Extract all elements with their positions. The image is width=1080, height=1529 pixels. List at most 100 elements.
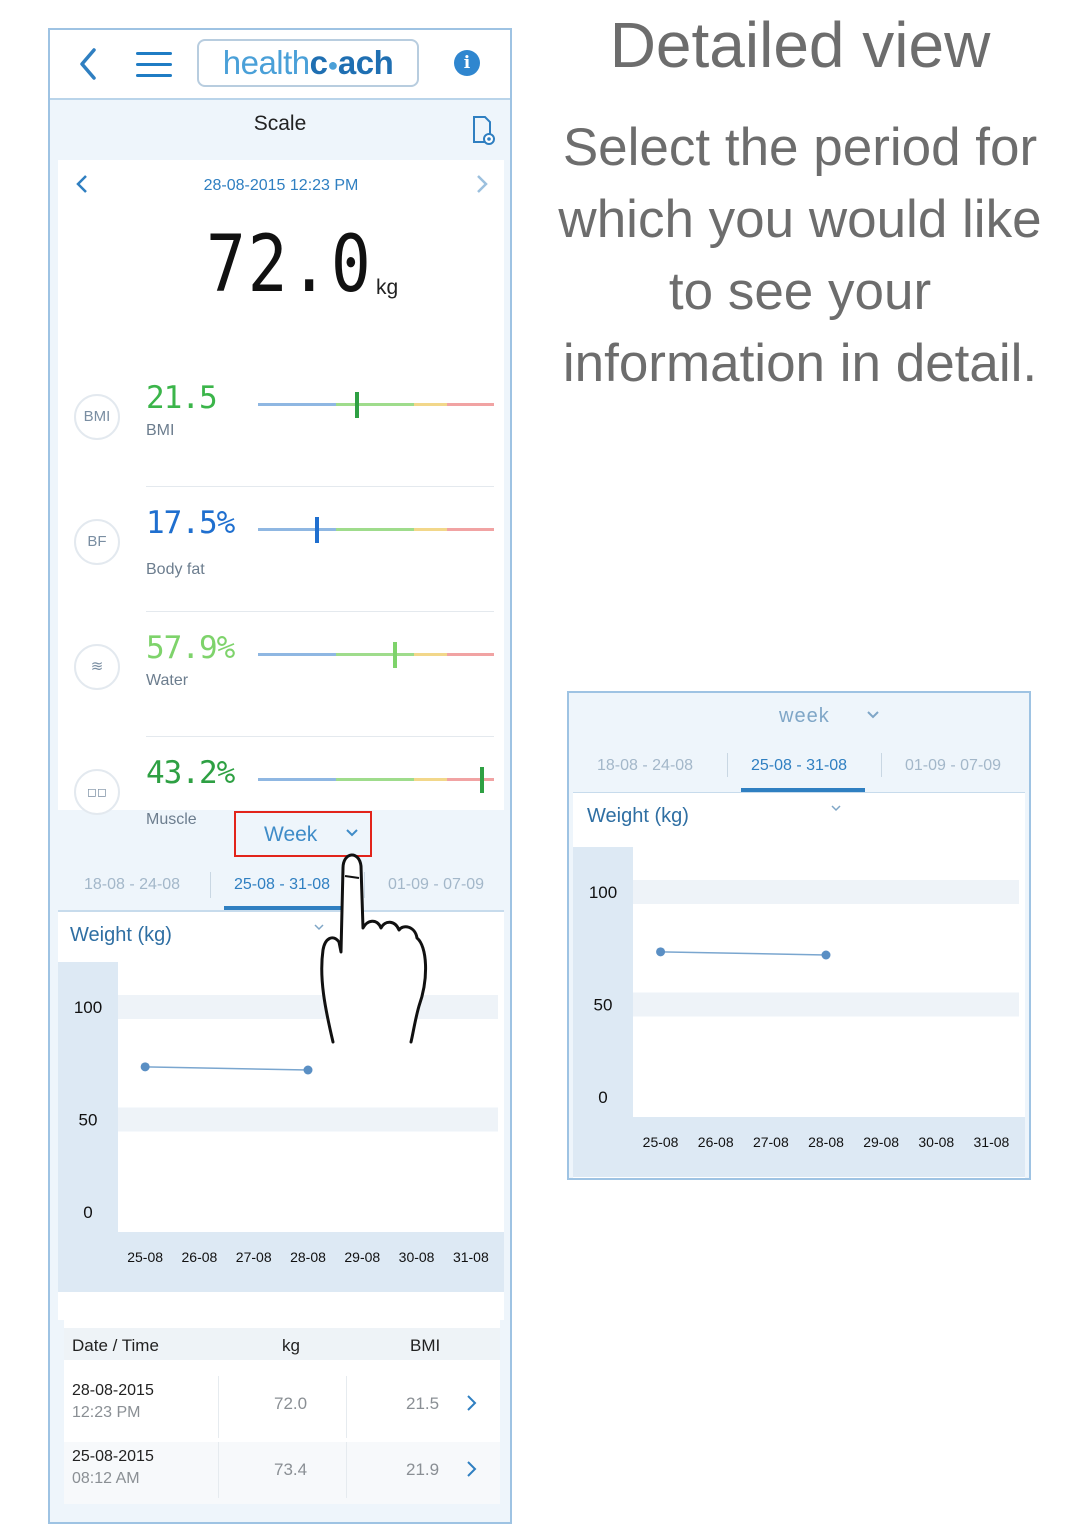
column-header-bmi: BMI — [410, 1336, 441, 1355]
range-segment — [258, 528, 336, 531]
x-tick-label: 28-08 — [808, 1134, 844, 1150]
x-tick-label: 28-08 — [290, 1249, 326, 1265]
menu-icon[interactable] — [134, 48, 174, 82]
divider — [346, 1442, 347, 1498]
divider — [146, 736, 494, 737]
chevron-left-icon — [80, 48, 96, 80]
range-marker — [315, 517, 319, 543]
metric-value: 17.5% — [146, 505, 235, 541]
range-segment — [413, 653, 447, 656]
chart-title[interactable]: Weight (kg) — [587, 805, 689, 828]
metric-range-bar — [258, 642, 494, 668]
period-label[interactable]: week — [779, 705, 830, 728]
grid-band — [118, 995, 498, 1019]
range-segment — [335, 778, 414, 781]
divider — [727, 753, 728, 777]
row-kg: 72.0 — [274, 1394, 308, 1413]
range-marker — [392, 642, 397, 668]
top-bar: healthc●ach i — [50, 30, 510, 100]
metric-value: 43.2% — [146, 755, 235, 791]
detail-view-zoom: week 18-08 - 24-08 25-08 - 31-08 01-09 -… — [567, 691, 1031, 1180]
range-segment — [335, 528, 414, 531]
measurement-card: 28-08-2015 12:23 PM 72.0 kg BMI 21.5 BMI… — [58, 160, 504, 828]
series-line — [145, 1066, 309, 1071]
chart-title[interactable]: Weight (kg) — [70, 924, 172, 947]
x-tick-label: 29-08 — [344, 1249, 380, 1265]
divider — [146, 611, 494, 612]
row-bmi: 21.9 — [406, 1460, 440, 1479]
description-text: Select the period for which you would li… — [558, 118, 1042, 393]
x-axis-band — [573, 1117, 1025, 1177]
divider — [210, 872, 211, 898]
chevron-down-icon[interactable] — [829, 801, 843, 818]
x-tick-label: 30-08 — [399, 1249, 435, 1265]
measurement-date: 28-08-2015 12:23 PM — [203, 177, 359, 194]
y-tick-label: 0 — [598, 1088, 607, 1107]
bmi-icon: BMI — [74, 394, 120, 440]
column-header-date: Date / Time — [72, 1336, 159, 1355]
weight-chart-panel: Weight (kg) 0 50 100 25-08 26-08 27-08 28-08 29… — [58, 912, 504, 1320]
period-label: Week — [264, 823, 318, 846]
metric-label: Body fat — [146, 561, 205, 578]
phone-screen: healthc●ach i Scale 28-08-2015 12:23 PM … — [48, 28, 512, 1524]
divider — [218, 1442, 219, 1498]
table-row[interactable]: 25-08-2015 08:12 AM 73.4 21.9 — [64, 1442, 500, 1504]
range-segment — [413, 528, 447, 531]
range-segment — [413, 778, 447, 781]
x-tick-label: 26-08 — [698, 1134, 734, 1150]
info-icon[interactable]: i — [454, 50, 480, 76]
x-tick-label: 31-08 — [453, 1249, 489, 1265]
row-time: 12:23 PM — [72, 1404, 141, 1421]
y-tick-label: 50 — [79, 1111, 98, 1130]
y-tick-label: 100 — [589, 883, 617, 902]
weight-value: 72.0 — [206, 220, 373, 310]
range-segment — [446, 403, 494, 406]
row-bmi: 21.5 — [406, 1394, 440, 1413]
column-header-kg: kg — [282, 1336, 300, 1355]
x-tick-label: 25-08 — [127, 1249, 163, 1265]
tab-current-week[interactable]: 25-08 - 31-08 — [751, 757, 847, 775]
muscle-icon: ◻◻ — [74, 769, 120, 815]
metric-label: Water — [146, 672, 189, 689]
chevron-right-icon[interactable] — [464, 1388, 480, 1425]
device-icon[interactable] — [468, 114, 496, 146]
tab-next-week[interactable]: 01-09 - 07-09 — [905, 757, 1001, 775]
table-row[interactable]: 28-08-2015 12:23 PM 72.0 21.5 — [64, 1376, 500, 1438]
series-line — [660, 951, 827, 956]
chevron-right-icon[interactable] — [464, 1454, 480, 1491]
next-date-icon[interactable] — [472, 170, 492, 205]
range-segment — [335, 653, 414, 656]
headline: Detailed view — [609, 9, 991, 81]
x-tick-label: 26-08 — [182, 1249, 218, 1265]
metric-range-bar — [258, 767, 494, 793]
weight-chart-panel: Weight (kg) 0 50 100 25-08 26-08 27-08 28-08 29… — [573, 793, 1025, 1178]
row-kg: 73.4 — [274, 1460, 308, 1479]
pointing-hand-icon — [320, 853, 428, 1044]
range-segment — [258, 778, 336, 781]
tab-previous-week[interactable]: 18-08 - 24-08 — [84, 876, 180, 894]
tab-previous-week[interactable]: 18-08 - 24-08 — [597, 757, 693, 775]
chevron-down-icon[interactable] — [865, 707, 881, 728]
water-icon: ≋ — [74, 644, 120, 690]
weight-unit: kg — [376, 276, 399, 299]
divider — [346, 1376, 347, 1438]
x-tick-label: 27-08 — [753, 1134, 789, 1150]
x-tick-label: 29-08 — [863, 1134, 899, 1150]
metric-water[interactable]: ≋ 57.9% Water — [58, 630, 504, 764]
y-tick-label: 50 — [594, 996, 613, 1015]
grid-band — [633, 992, 1019, 1017]
measurement-table: Date / Time kg BMI 28-08-2015 12:23 PM 7… — [64, 1320, 500, 1504]
row-time: 08:12 AM — [72, 1470, 140, 1487]
range-segment — [446, 653, 494, 656]
x-tick-label: 31-08 — [974, 1134, 1010, 1150]
metric-bmi[interactable]: BMI 21.5 BMI — [58, 380, 504, 514]
page-title: Scale — [253, 112, 307, 135]
divider — [146, 486, 494, 487]
logo-dot-icon: ● — [327, 55, 339, 75]
logo-text-c: c — [309, 44, 328, 81]
metric-body-fat[interactable]: BF 17.5% Body fat — [58, 505, 504, 639]
data-point — [656, 947, 666, 957]
divider — [881, 753, 882, 777]
grid-band — [633, 880, 1019, 904]
back-button[interactable] — [72, 44, 108, 84]
